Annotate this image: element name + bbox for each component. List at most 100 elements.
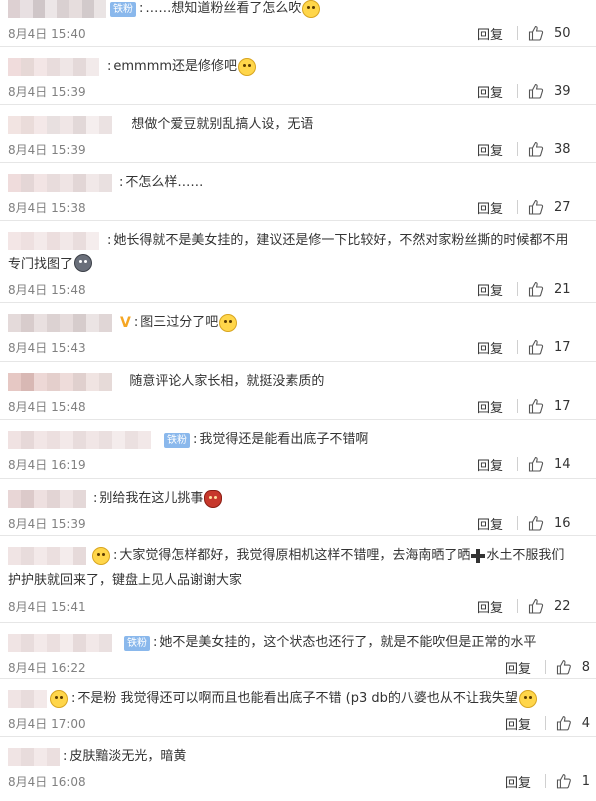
like-button[interactable]: 14: [528, 456, 590, 472]
like-count: 4: [581, 715, 590, 731]
like-button[interactable]: 50: [528, 25, 590, 41]
thumbs-up-icon: [556, 660, 571, 675]
reply-button[interactable]: 回复: [505, 658, 531, 677]
like-button[interactable]: 21: [528, 281, 590, 297]
like-button[interactable]: 17: [528, 398, 590, 414]
blurred-username[interactable]: [8, 431, 160, 449]
reply-button[interactable]: 回复: [477, 455, 503, 474]
like-count: 22: [554, 598, 571, 614]
like-button[interactable]: 38: [528, 141, 590, 157]
divider: [517, 84, 518, 98]
like-count: 17: [554, 398, 571, 414]
blurred-username[interactable]: [8, 116, 122, 134]
fan-badge: 铁粉: [110, 1, 136, 17]
reply-button[interactable]: 回复: [477, 514, 503, 533]
comment-item: 铁粉 : 她不是美女挂的，这个状态也还行了，就是不能吹但是正常的水平 8月4日 …: [0, 623, 596, 679]
comment-text: 她不是美女挂的，这个状态也还行了，就是不能吹但是正常的水平: [159, 635, 537, 650]
comment-date: 8月4日 15:43: [8, 340, 86, 355]
like-count: 17: [554, 339, 571, 355]
reply-button[interactable]: 回复: [477, 597, 503, 616]
like-button[interactable]: 39: [528, 83, 590, 99]
comment-date: 8月4日 16:08: [8, 774, 86, 789]
comment-date: 8月4日 15:40: [8, 26, 86, 41]
divider: [545, 774, 546, 788]
comment-text: 图三过分了吧: [140, 315, 219, 330]
blurred-username[interactable]: [8, 634, 120, 652]
divider: [517, 516, 518, 530]
blurred-username[interactable]: [8, 232, 104, 250]
fan-badge: 铁粉: [164, 432, 190, 448]
reply-button[interactable]: 回复: [505, 714, 531, 733]
comment-item: : 她长得就不是美女挂的，建议还是修一下比较好，不然对家粉丝撕的时候都不用 专门…: [0, 221, 596, 303]
comment-list: 铁粉 : ……想知道粉丝看了怎么吹 8月4日 15:40 回复 50 : emm…: [0, 0, 596, 793]
like-count: 14: [554, 456, 571, 472]
comment-item: 铁粉 : 我觉得还是能看出底子不错啊 8月4日 16:19 回复 14: [0, 420, 596, 479]
emoji-icon: [302, 0, 321, 18]
comment-item: V : 图三过分了吧 8月4日 15:43 回复 17: [0, 303, 596, 362]
blurred-username[interactable]: [8, 690, 48, 708]
like-count: 38: [554, 141, 571, 157]
comment-text: 大家觉得怎样都好，我觉得原相机这样不错哩，去海南晒了晒: [119, 548, 471, 563]
comment-date: 8月4日 16:19: [8, 457, 86, 472]
reply-button[interactable]: 回复: [477, 397, 503, 416]
comment-item: : 想做个爱豆就别乱搞人设，无语 8月4日 15:39 回复 38: [0, 105, 596, 163]
blurred-username[interactable]: [8, 58, 104, 76]
like-button[interactable]: 8: [556, 659, 590, 675]
comment-date: 8月4日 15:41: [8, 599, 86, 614]
comment-date: 8月4日 15:48: [8, 399, 86, 414]
plus-icon: [471, 549, 486, 563]
blurred-username[interactable]: [8, 373, 120, 391]
reply-button[interactable]: 回复: [477, 338, 503, 357]
comment-text: 皮肤黯淡无光，暗黄: [69, 749, 187, 764]
like-button[interactable]: 27: [528, 199, 590, 215]
blurred-username[interactable]: [8, 748, 60, 766]
like-count: 27: [554, 199, 571, 215]
comment-text-continued: 护护肤就回来了，键盘上见人品谢谢大家: [8, 573, 243, 588]
comment-item: : 别给我在这儿挑事 8月4日 15:39 回复 16: [0, 479, 596, 536]
like-count: 1: [581, 773, 590, 789]
blurred-username[interactable]: [8, 314, 118, 332]
thumbs-up-icon: [528, 25, 544, 41]
comment-text-extra: 水土不服我们: [486, 548, 565, 563]
thumbs-up-icon: [528, 515, 544, 531]
comment-item: 铁粉 : ……想知道粉丝看了怎么吹 8月4日 15:40 回复 50: [0, 0, 596, 47]
like-count: 16: [554, 515, 571, 531]
laughing-emoji-icon: [238, 58, 257, 76]
reply-button[interactable]: 回复: [477, 24, 503, 43]
reply-button[interactable]: 回复: [477, 198, 503, 217]
divider: [517, 599, 518, 613]
divider: [545, 716, 546, 730]
reply-button[interactable]: 回复: [477, 280, 503, 299]
blush-emoji-icon: [92, 547, 110, 565]
reply-button[interactable]: 回复: [477, 82, 503, 101]
angry-bird-emoji-icon: [204, 490, 223, 508]
comment-item: : 不是粉 我觉得还可以啊而且也能看出底子不错 (p3 db的八婆也从不让我失望…: [0, 679, 596, 737]
comment-item: : 大家觉得怎样都好，我觉得原相机这样不错哩，去海南晒了晒 水土不服我们 护护肤…: [0, 536, 596, 623]
thumbs-up-icon: [528, 339, 544, 355]
thumbs-up-icon: [528, 141, 544, 157]
comment-item: : 不怎么样…… 8月4日 15:38 回复 27: [0, 163, 596, 221]
thumbs-up-icon: [528, 456, 544, 472]
thumbs-up-icon: [528, 598, 544, 614]
reply-button[interactable]: 回复: [505, 772, 531, 791]
reply-button[interactable]: 回复: [477, 140, 503, 159]
fan-badge: 铁粉: [124, 635, 150, 651]
like-button[interactable]: 17: [528, 339, 590, 355]
blurred-username[interactable]: [8, 490, 90, 508]
divider: [517, 200, 518, 214]
blurred-username[interactable]: [8, 174, 116, 192]
blurred-username[interactable]: [8, 547, 90, 565]
thumbs-up-icon: [528, 83, 544, 99]
comment-text: 不怎么样……: [125, 175, 204, 190]
comment-text: 她长得就不是美女挂的，建议还是修一下比较好，不然对家粉丝撕的时候都不用: [113, 233, 569, 248]
like-button[interactable]: 4: [556, 715, 590, 731]
comment-date: 8月4日 15:48: [8, 282, 86, 297]
like-button[interactable]: 22: [528, 598, 590, 614]
like-count: 21: [554, 281, 571, 297]
comment-date: 8月4日 15:39: [8, 142, 86, 157]
thumbs-up-icon: [556, 716, 571, 731]
like-button[interactable]: 16: [528, 515, 590, 531]
blurred-username[interactable]: [8, 0, 106, 18]
divider: [517, 142, 518, 156]
like-button[interactable]: 1: [556, 773, 590, 789]
